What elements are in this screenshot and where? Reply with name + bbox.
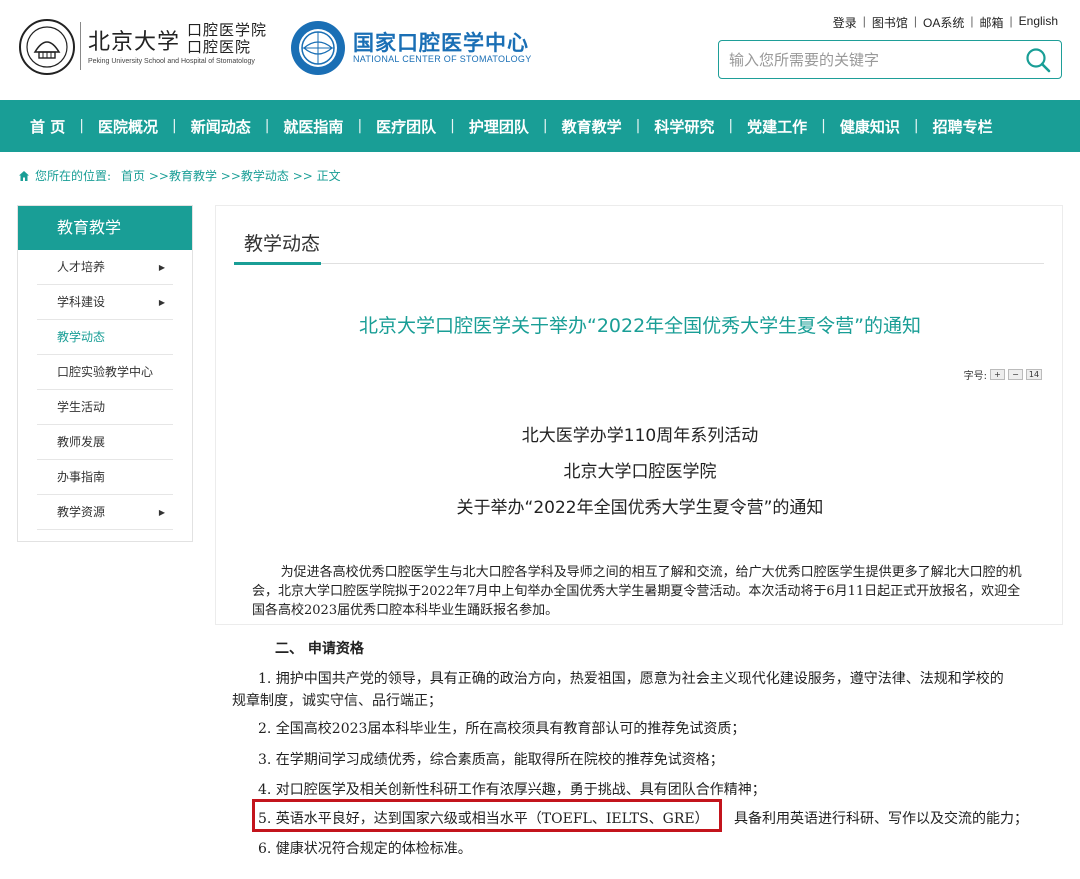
home-icon: [19, 170, 29, 181]
breadcrumb: 您所在的位置: 首页 >>教育教学 >>教学动态 >> 正文: [18, 167, 341, 184]
requirement-1-continued: 规章制度，诚实守信、品行端正；: [232, 693, 442, 709]
nav-separator: |: [542, 118, 548, 134]
requirement-4: 4. 对口腔医学及相关创新性科研工作有浓厚兴趣，勇于挑战、具有团队合作精神；: [258, 782, 766, 798]
intro-paragraph: 为促进各高校优秀口腔医学生与北大口腔各学科及导师之间的相互了解和交流，给广大优秀…: [252, 565, 1022, 618]
nav-separator: |: [728, 118, 734, 134]
ncs-name-en: NATIONAL CENTER OF STOMATOLOGY: [353, 54, 532, 64]
article-panel: 教学动态 北京大学口腔医学关于举办“2022年全国优秀大学生夏令营”的通知 字号…: [215, 205, 1063, 625]
section-title: 教学动态: [244, 233, 321, 255]
requirement-6: 6. 健康状况符合规定的体检标准。: [258, 841, 472, 857]
nav-separator: |: [264, 118, 270, 134]
nav-separator: |: [171, 118, 177, 134]
nav-education[interactable]: 教育教学: [562, 116, 622, 137]
nav-party-building[interactable]: 党建工作: [747, 116, 807, 137]
requirement-1: 1. 拥护中国共产党的领导，具有正确的政治方向，热爱祖国，愿意为社会主义现代化建…: [258, 671, 1004, 687]
triangle-right-icon: ▶: [158, 263, 165, 272]
nav-hospital-overview[interactable]: 医院概况: [98, 116, 158, 137]
requirement-3: 3. 在学期间学习成绩优秀，综合素质高，能取得所在院校的推荐免试资格；: [258, 752, 724, 768]
nav-separator: |: [913, 118, 919, 134]
main-nav: 首 页 | 医院概况 | 新闻动态 | 就医指南 | 医疗团队 | 护理团队 |…: [0, 100, 1080, 152]
nav-home[interactable]: 首 页: [30, 116, 65, 137]
article-heading: 北大医学办学110周年系列活动 北京大学口腔医学院 关于举办“2022年全国优秀…: [216, 418, 1064, 526]
requirement-2: 2. 全国高校2023届本科毕业生，所在高校须具有教育部认可的推荐免试资质；: [258, 721, 746, 737]
breadcrumb-path[interactable]: 首页 >>教育教学 >>教学动态 >> 正文: [121, 167, 341, 184]
breadcrumb-prefix: 您所在的位置:: [35, 169, 112, 183]
search-box: [718, 40, 1062, 79]
pku-name: 北京大学: [88, 30, 181, 55]
pku-school-name-en: Peking University School and Hospital of…: [88, 58, 255, 65]
article-title: 北京大学口腔医学关于举办“2022年全国优秀大学生夏令营”的通知: [358, 315, 922, 337]
sidebar-title: 教育教学: [18, 206, 192, 250]
ncs-name: 国家口腔医学中心: [353, 31, 529, 55]
font-size-control: 字号: + − 14: [964, 367, 1042, 382]
sidebar-item-lab-center[interactable]: 口腔实验教学中心: [37, 355, 173, 390]
title-accent-bar: [234, 262, 321, 265]
oa-system-link[interactable]: OA系统: [923, 14, 964, 31]
nav-separator: |: [635, 118, 641, 134]
highlight-box: [252, 799, 722, 832]
search-icon[interactable]: [1025, 47, 1051, 73]
link-separator: |: [970, 14, 974, 28]
top-links: 登录 | 图书馆 | OA系统 | 邮箱 | English: [833, 14, 1058, 31]
sidebar-item-talent-training[interactable]: 人才培养 ▶: [37, 250, 173, 285]
font-increase-button[interactable]: +: [990, 369, 1005, 380]
nav-separator: |: [450, 118, 455, 134]
link-separator: |: [862, 14, 866, 28]
nav-health-knowledge[interactable]: 健康知识: [840, 116, 900, 137]
nav-medical-team[interactable]: 医疗团队: [376, 116, 436, 137]
link-separator: |: [1009, 14, 1013, 28]
pku-logo-icon[interactable]: [18, 18, 76, 76]
triangle-right-icon: ▶: [158, 298, 165, 307]
nav-news[interactable]: 新闻动态: [191, 116, 251, 137]
sidebar-item-label: 教学动态: [57, 330, 106, 344]
nav-separator: |: [357, 118, 363, 134]
ncs-logo-icon[interactable]: [290, 20, 346, 76]
sidebar-item-faculty-development[interactable]: 教师发展: [37, 425, 173, 460]
heading-line: 北京大学口腔医学院: [563, 462, 717, 482]
sidebar-item-label: 口腔实验教学中心: [57, 365, 154, 379]
nav-separator: |: [79, 118, 84, 134]
requirements-heading: 二、 申请资格: [275, 641, 364, 657]
sidebar: 教育教学 人才培养 ▶ 学科建设 ▶ 教学动态 口腔实验教学中心 学生活动 教师…: [17, 205, 193, 542]
library-link[interactable]: 图书馆: [872, 14, 908, 31]
english-link[interactable]: English: [1019, 14, 1058, 31]
nav-nursing-team[interactable]: 护理团队: [469, 116, 529, 137]
link-separator: |: [913, 14, 918, 28]
requirement-5-continued: 具备利用英语进行科研、写作以及交流的能力；: [734, 811, 1028, 827]
title-divider: [234, 263, 1044, 264]
font-size-value[interactable]: 14: [1026, 369, 1042, 380]
triangle-right-icon: ▶: [158, 508, 165, 517]
login-link[interactable]: 登录: [833, 14, 857, 31]
font-size-label: 字号:: [963, 371, 987, 382]
sidebar-list: 人才培养 ▶ 学科建设 ▶ 教学动态 口腔实验教学中心 学生活动 教师发展 办事…: [18, 250, 192, 530]
header-divider: [80, 22, 81, 70]
search-input[interactable]: [729, 49, 1009, 71]
nav-research[interactable]: 科学研究: [654, 116, 714, 137]
nav-recruitment[interactable]: 招聘专栏: [933, 116, 993, 137]
mailbox-link[interactable]: 邮箱: [980, 14, 1004, 31]
sidebar-item-label: 办事指南: [57, 470, 106, 484]
sidebar-item-label: 教学资源: [57, 505, 106, 519]
sidebar-item-label: 学生活动: [57, 400, 106, 414]
sidebar-item-label: 教师发展: [57, 435, 106, 449]
sidebar-item-teaching-news[interactable]: 教学动态: [37, 320, 173, 355]
sidebar-item-student-activities[interactable]: 学生活动: [37, 390, 173, 425]
nav-medical-guide[interactable]: 就医指南: [283, 116, 343, 137]
pku-school-name: 口腔医学院 口腔医院: [187, 21, 268, 56]
site-header: 北京大学 口腔医学院 口腔医院 Peking University School…: [0, 0, 1080, 100]
sidebar-item-resources[interactable]: 教学资源 ▶: [37, 495, 173, 530]
font-decrease-button[interactable]: −: [1008, 369, 1023, 380]
sidebar-item-label: 学科建设: [57, 295, 106, 309]
sidebar-item-guide[interactable]: 办事指南: [37, 460, 173, 495]
sidebar-item-discipline[interactable]: 学科建设 ▶: [37, 285, 173, 320]
nav-separator: |: [821, 118, 826, 134]
sidebar-item-label: 人才培养: [57, 260, 106, 274]
heading-line: 北大医学办学110周年系列活动: [521, 426, 759, 446]
heading-line: 关于举办“2022年全国优秀大学生夏令营”的通知: [456, 498, 824, 518]
